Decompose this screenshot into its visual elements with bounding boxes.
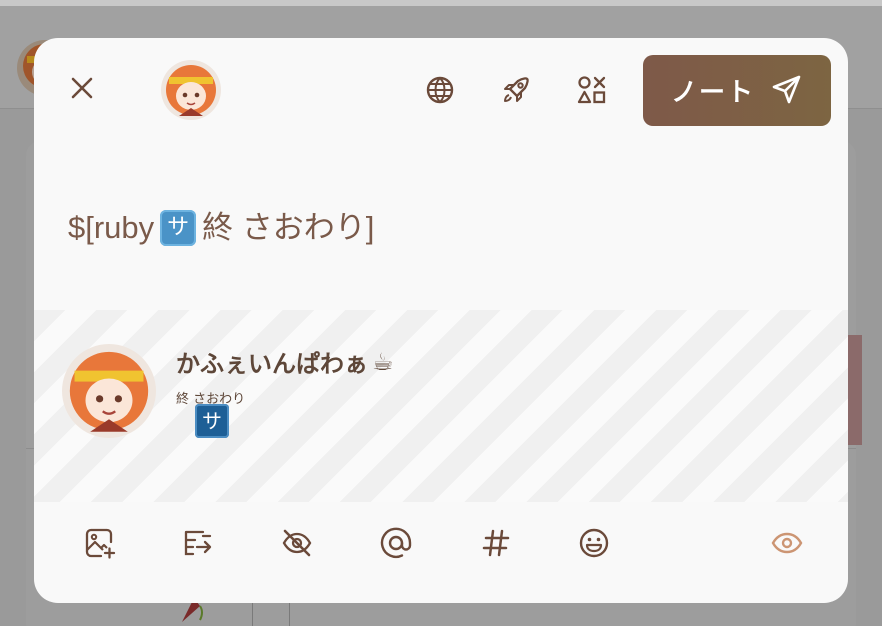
account-avatar-button[interactable]: [161, 60, 221, 120]
background-media-edge: [848, 335, 862, 445]
close-icon: [68, 74, 96, 102]
send-icon: [771, 73, 803, 109]
close-button[interactable]: [60, 66, 104, 110]
eye-icon: [770, 526, 804, 564]
coffee-emoji: ☕: [372, 347, 394, 376]
attach-image-button[interactable]: [75, 520, 125, 570]
content-warning-button[interactable]: [272, 520, 322, 570]
hashtag-button[interactable]: [471, 520, 521, 570]
globe-icon: [425, 75, 455, 105]
note-text-prefix: $[ruby: [68, 210, 155, 245]
post-button-label: ノート: [670, 78, 755, 108]
hash-icon: [479, 526, 513, 564]
mention-button[interactable]: [371, 520, 421, 570]
compose-dialog: ノート $[ruby サ 終 さおわり] かふぇいんぱわぁ ☕ 終 さおわり サ: [34, 38, 848, 603]
preview-display-name: かふぇいんぱわぁ ☕: [176, 344, 394, 379]
preview-name-text: かふぇいんぱわぁ: [176, 350, 368, 378]
post-button[interactable]: ノート: [643, 55, 831, 126]
compose-footer: [34, 510, 848, 580]
plugins-button[interactable]: [570, 68, 614, 112]
preview-toggle-button[interactable]: [762, 520, 812, 570]
rocket-icon: [501, 75, 531, 105]
preview-ruby-base: サ: [195, 404, 229, 438]
poll-button[interactable]: [173, 520, 223, 570]
emoji-icon: [577, 526, 611, 564]
note-text-input[interactable]: $[ruby サ 終 さおわり]: [68, 148, 828, 308]
note-preview: かふぇいんぱわぁ ☕ 終 さおわり サ: [34, 310, 848, 502]
note-text-suffix: 終 さおわり]: [202, 210, 375, 245]
eye-off-icon: [280, 526, 314, 564]
emoji-picker-button[interactable]: [569, 520, 619, 570]
avatar-image: [161, 60, 221, 120]
image-plus-icon: [83, 526, 117, 564]
preview-avatar: [62, 344, 156, 438]
shapes-icon: [576, 74, 608, 106]
keycap-emoji: サ: [160, 210, 197, 246]
visibility-button[interactable]: [418, 68, 462, 112]
reaction-acceptance-button[interactable]: [494, 68, 538, 112]
at-icon: [379, 526, 413, 564]
forward-list-icon: [181, 526, 215, 564]
